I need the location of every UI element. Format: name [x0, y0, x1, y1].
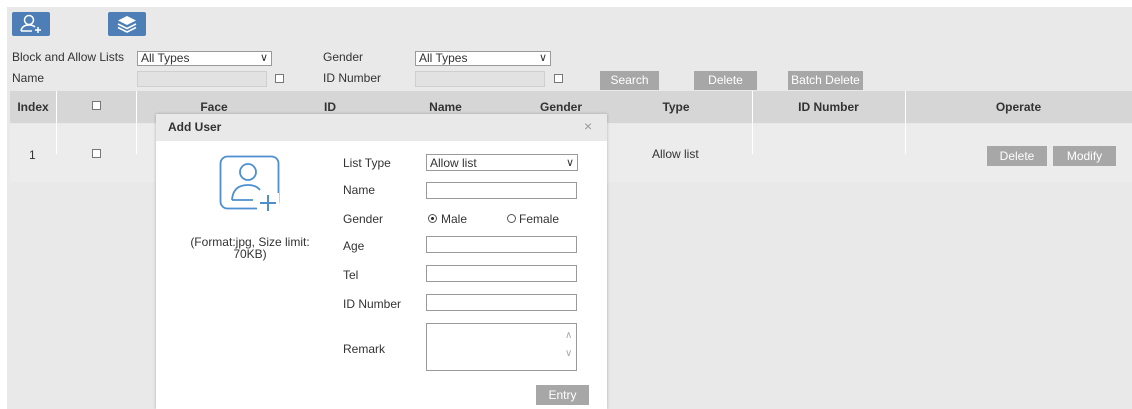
id-number-input[interactable] — [426, 294, 577, 311]
name-filter-input[interactable] — [137, 71, 267, 87]
search-button[interactable]: Search — [600, 71, 659, 90]
gender-filter-value: All Types — [419, 51, 468, 65]
gender-filter-label: Gender — [323, 50, 364, 64]
add-photo-icon — [219, 155, 280, 213]
select-all-checkbox[interactable] — [92, 101, 101, 110]
list-filter-label: Block and Allow Lists — [12, 50, 125, 64]
photo-format-hint: (Format:jpg, Size limit: 70KB) — [176, 236, 324, 260]
column-divider — [752, 91, 753, 154]
row-modify-button[interactable]: Modify — [1053, 146, 1116, 166]
age-label: Age — [343, 239, 365, 253]
chevron-down-icon: ∨ — [565, 157, 575, 169]
list-type-label: List Type — [343, 156, 391, 170]
remark-textarea[interactable]: ∧ ∨ — [426, 323, 577, 371]
name-filter-label: Name — [12, 71, 45, 85]
add-user-icon — [20, 14, 41, 33]
list-type-value: Allow list — [430, 155, 477, 170]
age-input[interactable] — [426, 236, 577, 253]
header-operate: Operate — [995, 100, 1042, 114]
batch-delete-button[interactable]: Batch Delete — [788, 71, 863, 90]
gender-female-radio[interactable] — [507, 214, 516, 223]
remark-label: Remark — [343, 342, 386, 356]
id-filter-checkbox[interactable] — [554, 74, 563, 83]
delete-button[interactable]: Delete — [694, 71, 757, 90]
dialog-title: Add User — [168, 120, 222, 134]
scroll-down-icon[interactable]: ∨ — [565, 348, 572, 359]
column-divider — [56, 91, 57, 154]
column-divider — [136, 91, 137, 154]
row-delete-button[interactable]: Delete — [987, 146, 1047, 166]
chevron-down-icon: ∨ — [259, 52, 269, 64]
list-filter-select[interactable]: All Types ∨ — [137, 51, 272, 66]
id-filter-input[interactable] — [415, 71, 545, 87]
row-checkbox[interactable] — [92, 149, 101, 158]
batch-import-button[interactable] — [108, 12, 146, 36]
tel-label: Tel — [343, 268, 359, 282]
list-type-select[interactable]: Allow list ∨ — [426, 154, 578, 171]
chevron-down-icon: ∨ — [538, 52, 548, 64]
add-user-dialog: Add User × (Format:jpg, Size limit: 70KB… — [156, 114, 607, 409]
upload-photo-button[interactable] — [219, 155, 281, 213]
id-filter-label: ID Number — [323, 71, 382, 85]
header-type: Type — [662, 100, 690, 114]
list-filter-value: All Types — [141, 51, 190, 65]
gender-label: Gender — [343, 212, 384, 226]
name-input[interactable] — [426, 182, 577, 199]
gender-female-label: Female — [519, 212, 560, 226]
layers-icon — [117, 16, 137, 33]
scroll-up-icon[interactable]: ∧ — [565, 330, 572, 341]
close-icon[interactable]: × — [584, 118, 592, 134]
row-type: Allow list — [652, 147, 699, 161]
name-filter-checkbox[interactable] — [275, 74, 284, 83]
tel-input[interactable] — [426, 265, 577, 282]
gender-male-radio[interactable] — [428, 214, 437, 223]
header-id-number: ID Number — [798, 100, 859, 114]
gender-male-label: Male — [441, 212, 468, 226]
gender-filter-select[interactable]: All Types ∨ — [415, 51, 551, 66]
column-divider — [905, 91, 906, 154]
dialog-header: Add User × — [156, 114, 607, 141]
row-index: 1 — [29, 148, 36, 162]
add-user-button[interactable] — [12, 12, 50, 36]
entry-button[interactable]: Entry — [536, 385, 589, 405]
header-index: Index — [17, 100, 49, 114]
id-number-label: ID Number — [343, 297, 402, 311]
name-label: Name — [343, 183, 376, 197]
hint-line-2: 70KB) — [233, 247, 267, 261]
